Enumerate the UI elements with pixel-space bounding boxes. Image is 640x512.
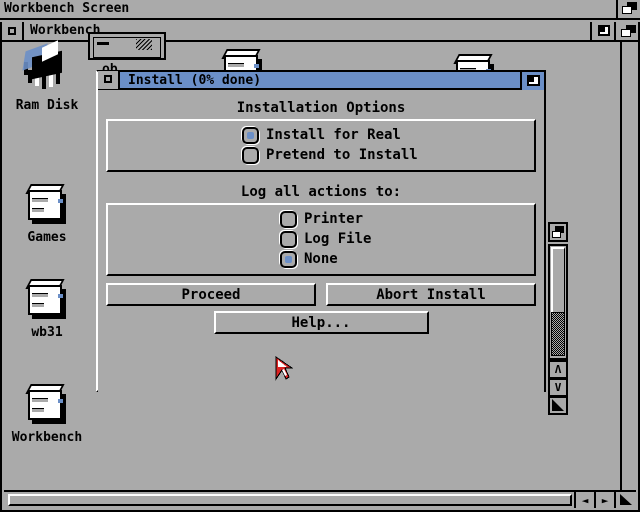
zoom-icon (598, 25, 610, 36)
install-action-buttons: Proceed Abort Install (106, 283, 536, 306)
abort-install-button[interactable]: Abort Install (326, 283, 536, 306)
desktop-icon-label: Workbench (11, 430, 83, 445)
workbench-close-gadget[interactable] (2, 22, 24, 40)
install-window: Install (0% done) Installation Options I… (96, 70, 546, 392)
help-button[interactable]: Help... (213, 311, 429, 334)
workbench-window-gadgets (590, 22, 638, 40)
install-size-gadget[interactable] (548, 396, 568, 415)
screen-title: Workbench Screen (4, 1, 130, 16)
desktop-icon-workbench[interactable]: Workbench (2, 382, 92, 445)
desktop-icon-games[interactable]: Games (2, 182, 92, 245)
depth-arrange-icon (621, 25, 636, 37)
depth-arrange-icon (527, 75, 540, 86)
vertical-scroll-knob[interactable] (551, 312, 565, 356)
drawer-icon (88, 32, 166, 60)
desktop-icon-label: Ram Disk (15, 98, 79, 113)
radio-none[interactable] (280, 250, 297, 268)
scroll-left-arrow-icon[interactable]: ◄ (574, 492, 594, 508)
install-help-row: Help... (106, 311, 536, 334)
desktop-icon-wb31[interactable]: wb31 (2, 277, 92, 340)
install-window-title: Install (0% done) (128, 72, 262, 88)
desktop-icon-ram-disk[interactable]: Ram Disk (2, 40, 92, 113)
option-printer[interactable]: Printer (108, 209, 534, 229)
workbench-zoom-gadget[interactable] (590, 22, 614, 40)
option-label: Printer (304, 211, 364, 227)
workbench-depth-gadget[interactable] (614, 22, 638, 40)
radio-printer[interactable] (280, 210, 297, 228)
install-close-gadget[interactable] (98, 71, 120, 89)
install-depth-gadget[interactable] (520, 72, 544, 90)
horizontal-scroll-knob[interactable] (8, 494, 572, 506)
option-none[interactable]: None (108, 249, 534, 269)
option-label: Pretend to Install (266, 147, 418, 163)
radio-log-file[interactable] (280, 230, 297, 248)
desktop-icon-label: Games (27, 230, 67, 245)
radio-pretend-to-install[interactable] (242, 146, 259, 164)
screen-title-bar: Workbench Screen (0, 0, 640, 20)
workbench-horizontal-scrollbar[interactable]: ◄ ► (4, 490, 636, 508)
depth-arrange-icon (622, 2, 637, 14)
disk-drive-icon (24, 182, 70, 228)
installation-options-heading: Installation Options (236, 100, 406, 116)
amiga-screen: Workbench Screen Workbench Ram Disk Game… (0, 0, 640, 512)
option-label: None (304, 251, 338, 267)
option-install-for-real[interactable]: Install for Real (108, 125, 534, 145)
disk-drive-icon (24, 277, 70, 323)
installation-options-group: Install for Real Pretend to Install (106, 119, 536, 172)
scroll-down-arrow[interactable]: V (548, 378, 568, 397)
desktop-icon-label: wb31 (31, 325, 63, 340)
close-icon (8, 27, 16, 35)
workbench-vertical-scrollbar[interactable] (620, 42, 636, 490)
install-title-bar[interactable]: Install (0% done) (98, 71, 544, 90)
disk-drive-icon (24, 382, 70, 428)
install-window-body: Installation Options Install for Real Pr… (98, 90, 544, 392)
option-label: Log File (304, 231, 372, 247)
scroll-right-arrow-icon[interactable]: ► (594, 492, 614, 508)
option-label: Install for Real (266, 127, 401, 143)
install-outer-depth-gadget[interactable] (548, 222, 568, 242)
resize-icon (620, 494, 632, 505)
log-actions-heading: Log all actions to: (240, 184, 402, 200)
close-icon (104, 75, 112, 83)
workbench-size-gadget[interactable] (614, 492, 636, 508)
scroll-track[interactable] (551, 247, 565, 313)
radio-install-for-real[interactable] (242, 126, 259, 144)
option-pretend-to-install[interactable]: Pretend to Install (108, 145, 534, 165)
ram-chip-icon (16, 40, 78, 96)
scroll-up-arrow[interactable]: Λ (548, 360, 568, 379)
resize-icon (552, 399, 564, 411)
install-vertical-scrollbar[interactable] (548, 244, 568, 360)
option-log-file[interactable]: Log File (108, 229, 534, 249)
proceed-button[interactable]: Proceed (106, 283, 316, 306)
screen-depth-gadget[interactable] (616, 0, 640, 18)
log-actions-group: Printer Log File None (106, 203, 536, 276)
